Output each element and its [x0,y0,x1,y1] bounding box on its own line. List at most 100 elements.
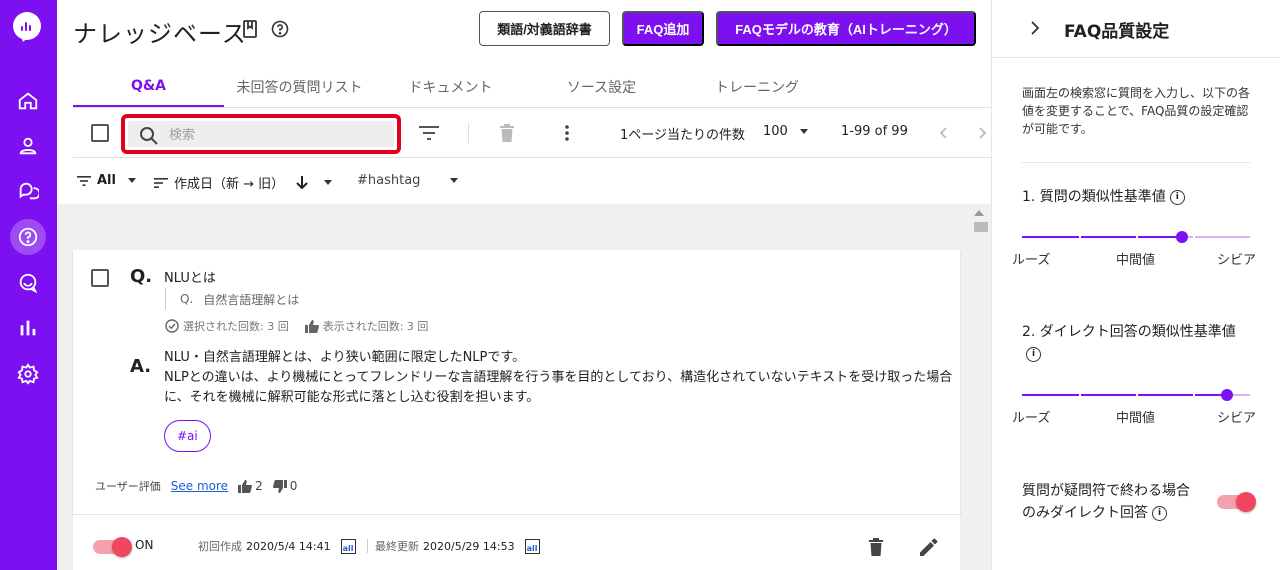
question-text[interactable]: NLUとは [164,267,216,286]
settings-gear-icon[interactable] [10,356,46,392]
search-icon [140,127,158,145]
filter-bar: All 作成日（新 → 旧） #hashtag [73,158,991,204]
dictionary-button[interactable]: 類語/対義語辞書 [479,11,610,46]
analytics-icon[interactable] [10,310,46,346]
panel-header: FAQ品質設定 [992,0,1280,58]
thumbs-down-icon [272,479,287,493]
nav-rail [0,0,57,570]
tab-unanswered-questions[interactable]: 未回答の質問リスト [224,66,375,107]
delete-faq-icon[interactable] [864,535,888,559]
slider-mid-label: 中間値 [1116,411,1156,426]
answer-text[interactable]: NLU・自然言語理解とは、より狭い範囲に限定したNLPです。 NLPとの違いは、… [164,348,954,408]
answer-letter: A. [130,356,152,377]
bookmark-icon[interactable] [240,19,260,39]
select-all-checkbox[interactable] [91,124,109,142]
created-meta: 初回作成 2020/5/4 14:41 all [198,538,356,554]
displayed-count: 表示された回数: 3 回 [322,320,429,333]
faq-quality-panel: FAQ品質設定 画面左の検索窓に質問を入力し、以下の各値を変更することで、FAQ… [991,0,1280,570]
more-options-icon[interactable] [555,121,579,145]
question-similarity-slider[interactable] [1022,231,1250,243]
ai-badge: all [340,538,356,554]
toggle-label: ON [135,538,154,552]
faq-item-checkbox[interactable] [91,269,109,287]
sort-filter[interactable]: 作成日（新 → 旧） [154,173,333,192]
chevron-right-icon[interactable] [1028,20,1042,36]
alternate-question: Q. 自然言語理解とは [165,288,299,310]
panel-title: FAQ品質設定 [1064,22,1170,42]
tab-training[interactable]: トレーニング [677,66,837,107]
delete-icon[interactable] [495,121,519,145]
status-filter-value: All [97,173,116,188]
chevron-down-icon [450,178,459,183]
next-page-icon[interactable] [975,121,991,145]
scrollbar-thumb[interactable] [974,222,988,232]
question-mark-only-toggle[interactable] [1217,492,1256,512]
slider-low-label: ルーズ [1012,411,1051,426]
add-faq-button[interactable]: FAQ追加 [622,11,704,46]
search-box [121,114,401,154]
page-title: ナレッジベース [73,20,247,48]
chat-bubbles-icon[interactable] [10,173,46,209]
answer-line-2: NLPとの違いは、より機械にとってフレンドリーな言語理解を行う事を目的としており… [164,370,953,405]
scroll-up-arrow-icon[interactable] [974,210,984,216]
sort-icon [154,177,168,188]
faq-enabled-toggle[interactable] [93,537,132,557]
user-rating: ユーザー評価 See more 2 0 [95,478,297,494]
arrow-down-icon[interactable] [296,175,308,190]
likes-count: 2 [255,479,263,493]
info-icon[interactable]: i [1169,189,1185,205]
direct-answer-similarity-label: 2. ダイレクト回答の類似性基準値 i [1022,321,1252,365]
slider-thumb[interactable] [1175,231,1188,243]
edit-pencil-icon[interactable] [917,535,941,559]
selected-count: 選択された回数: 3 回 [183,320,289,333]
tab-source-settings[interactable]: ソース設定 [526,66,677,107]
app-logo-icon[interactable] [13,12,41,44]
user-icon[interactable] [10,128,46,164]
updated-label: 最終更新 [375,540,419,553]
see-more-link[interactable]: See more [171,479,228,493]
tab-bar: Q&A 未回答の質問リスト ドキュメント ソース設定 トレーニング [73,66,991,108]
pagination-range: 1-99 of 99 [841,124,908,139]
tab-qa[interactable]: Q&A [73,66,224,107]
status-filter[interactable]: All [77,173,136,188]
filter-icon [77,175,91,186]
faq-help-icon[interactable] [10,219,46,255]
alt-question-text: 自然言語理解とは [203,292,300,307]
question-letter: Q. [130,266,153,287]
question-similarity-label: 1. 質問の類似性基準値 i [1022,186,1185,208]
hashtag-filter[interactable]: #hashtag [357,173,459,188]
faq-card: Q. NLUとは Q. 自然言語理解とは 選択された回数: 3 回 表示された回… [73,250,960,514]
search-input[interactable] [169,125,369,145]
chat-icon[interactable] [10,265,46,301]
per-page-value: 100 [763,124,788,139]
help-icon[interactable] [270,19,290,39]
filter-icon[interactable] [417,121,441,145]
answer-line-1: NLU・自然言語理解とは、より狭い範囲に限定したNLPです。 [164,350,526,365]
rating-label: ユーザー評価 [95,480,161,493]
created-at: 2020/5/4 14:41 [246,539,331,553]
panel-description: 画面左の検索窓に質問を入力し、以下の各値を変更することで、FAQ品質の設定確認が… [1022,86,1251,136]
hashtag-chip[interactable]: #ai [164,420,211,452]
slider-mid-label: 中間値 [1116,253,1156,268]
prev-page-icon[interactable] [931,121,955,145]
chevron-down-icon [127,178,136,183]
thumbs-up-icon [304,319,319,333]
info-icon[interactable]: i [1026,346,1041,362]
slider-thumb[interactable] [1221,389,1234,401]
train-faq-model-button[interactable]: FAQモデルの教育（AIトレーニング） [716,11,976,46]
home-icon[interactable] [10,83,46,119]
slider-low-label: ルーズ [1012,253,1051,268]
slider-high-label: シビア [1217,253,1257,268]
direct-answer-similarity-slider[interactable] [1022,389,1250,401]
per-page-select[interactable]: 100 [763,124,808,139]
chevron-down-icon [324,180,333,185]
slider-high-label: シビア [1217,411,1257,426]
panel-divider [1022,162,1250,163]
dislikes-count: 0 [289,479,298,493]
thumbs-up-icon [238,479,252,493]
faq-list: Q. NLUとは Q. 自然言語理解とは 選択された回数: 3 回 表示された回… [57,204,991,570]
info-icon[interactable]: i [1152,505,1167,521]
alt-question-letter: Q. [180,292,194,306]
tab-documents[interactable]: ドキュメント [375,66,526,107]
updated-at: 2020/5/29 14:53 [423,539,515,553]
